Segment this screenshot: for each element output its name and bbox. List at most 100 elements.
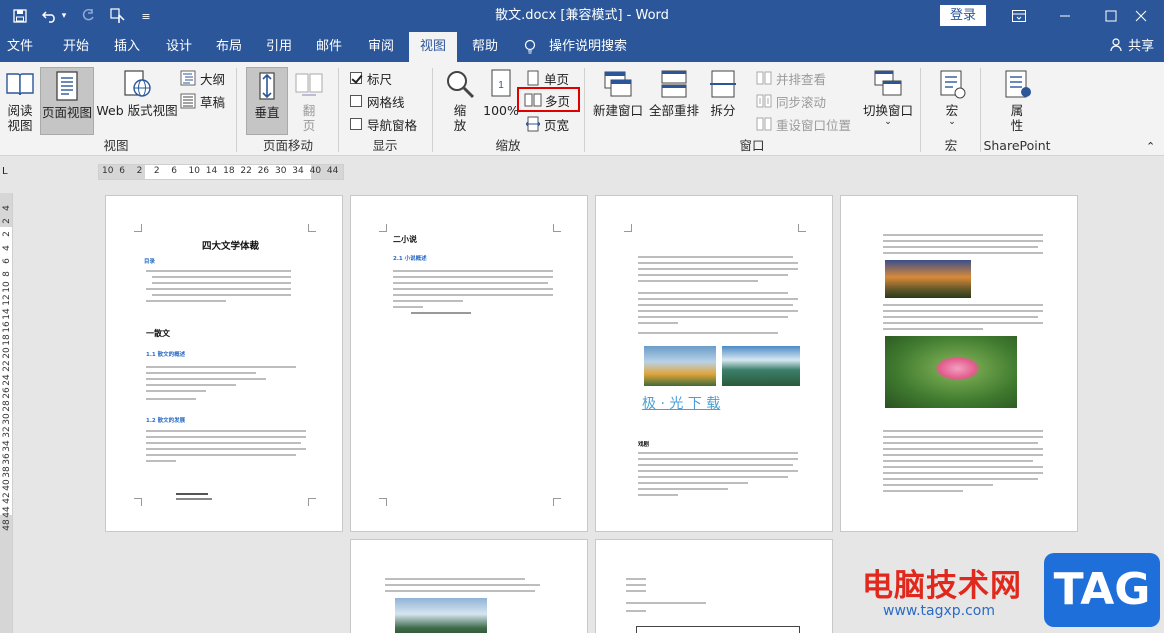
switch-windows-button[interactable]: 切换窗口 ⌄ bbox=[862, 68, 914, 136]
web-layout-button[interactable]: Web 版式视图 bbox=[96, 68, 178, 136]
chevron-down-icon: ⌄ bbox=[884, 117, 892, 127]
tab-file[interactable]: 文件 bbox=[0, 32, 40, 62]
split-button[interactable]: 拆分 bbox=[706, 68, 740, 136]
touch-mode-icon[interactable] bbox=[106, 0, 130, 32]
tell-me-search[interactable]: 操作说明搜索 bbox=[546, 32, 630, 62]
properties-icon bbox=[1005, 70, 1031, 98]
document-page-5[interactable] bbox=[350, 539, 588, 633]
document-page-2[interactable]: 二小说 2.1 小说概述 bbox=[350, 195, 588, 532]
share-button[interactable]: 共享 bbox=[1110, 32, 1154, 62]
ruler-tick-label: 48 bbox=[2, 519, 12, 531]
macros-button[interactable]: 宏 ⌄ bbox=[932, 68, 972, 136]
document-page-1[interactable]: 四大文学体裁 目录 一散文 1.1 散文的概述 1.2 散文的发展 bbox=[105, 195, 343, 532]
tab-view[interactable]: 视图 bbox=[409, 32, 457, 62]
view-side-by-side-button[interactable]: 并排查看 bbox=[756, 68, 826, 88]
page-width-icon bbox=[526, 116, 540, 132]
highlight-box bbox=[517, 87, 580, 112]
side-to-side-button[interactable]: 翻 页 bbox=[290, 68, 328, 136]
horizontal-ruler[interactable]: 10 6 2 2 6 10 14 18 22 26 30 34 40 44 bbox=[98, 164, 344, 180]
autumn-lake-image bbox=[644, 346, 716, 386]
side-by-side-icon bbox=[756, 71, 772, 85]
new-window-icon bbox=[604, 71, 632, 97]
macros-label: 宏 bbox=[945, 103, 959, 118]
ruler-checkbox[interactable]: 标尺 bbox=[350, 68, 392, 88]
tab-home[interactable]: 开始 bbox=[52, 32, 100, 62]
page2-heading: 二小说 bbox=[393, 235, 417, 244]
page1-subheading-2: 1.2 散文的发展 bbox=[146, 418, 186, 424]
ruler-tick-label: 30 bbox=[275, 166, 287, 176]
lotus-image bbox=[885, 336, 1017, 408]
document-page-4[interactable] bbox=[840, 195, 1078, 532]
new-window-button[interactable]: 新建窗口 bbox=[591, 68, 645, 136]
ruler-tick-label: 14 bbox=[205, 166, 218, 176]
tab-references[interactable]: 引用 bbox=[256, 32, 302, 62]
zoom-100-button[interactable]: 1 100% bbox=[482, 68, 520, 136]
tab-selector-icon[interactable]: L bbox=[2, 166, 8, 177]
page3-subheading: 戏剧 bbox=[638, 442, 650, 448]
tab-design[interactable]: 设计 bbox=[156, 32, 202, 62]
ruler-tick-label: 34 bbox=[292, 166, 304, 176]
tab-review[interactable]: 审阅 bbox=[358, 32, 404, 62]
gridlines-label: 网格线 bbox=[367, 94, 405, 110]
vertical-scroll-button[interactable]: 垂直 bbox=[246, 67, 288, 135]
tab-insert[interactable]: 插入 bbox=[104, 32, 150, 62]
switch-windows-icon bbox=[874, 70, 902, 96]
reset-window-icon bbox=[756, 117, 772, 131]
group-separator bbox=[432, 68, 433, 152]
draft-button[interactable]: 草稿 bbox=[180, 91, 225, 111]
group-label-window: 窗口 bbox=[739, 138, 765, 153]
document-page-6[interactable] bbox=[595, 539, 833, 633]
zoom-label: 缩 放 bbox=[453, 103, 467, 133]
view-side-by-side-label: 并排查看 bbox=[776, 71, 827, 87]
ruler-tick-label: 10 bbox=[102, 166, 114, 176]
document-page-3[interactable]: 极 · 光 下 载 戏剧 bbox=[595, 195, 833, 532]
ribbon-display-options-icon[interactable] bbox=[996, 0, 1042, 32]
switch-windows-label: 切换窗口 bbox=[862, 103, 913, 118]
ruler-tick-label: 18 bbox=[2, 334, 12, 346]
synchronous-scrolling-button[interactable]: 同步滚动 bbox=[756, 91, 826, 111]
page1-toc: 目录 bbox=[144, 259, 156, 265]
minimize-icon[interactable] bbox=[1042, 0, 1088, 32]
arrange-all-button[interactable]: 全部重排 bbox=[647, 68, 701, 136]
navigation-pane-checkbox[interactable]: 导航窗格 bbox=[350, 114, 417, 134]
ruler-tick-label: 2 bbox=[2, 231, 12, 238]
tab-help[interactable]: 帮助 bbox=[462, 32, 508, 62]
web-layout-icon bbox=[124, 70, 151, 97]
collapse-ribbon-icon[interactable]: ⌃ bbox=[1146, 136, 1155, 156]
vertical-ruler[interactable]: 4 2 2 4 6 8 10 12 14 16 18 20 22 24 26 28 30 32 34 36 38 40 42… bbox=[0, 193, 13, 633]
one-page-button[interactable]: 单页 bbox=[526, 68, 569, 88]
navigation-pane-check-icon bbox=[350, 118, 362, 130]
print-layout-button[interactable]: 页面视图 bbox=[40, 67, 94, 135]
undo-dropdown-icon[interactable]: ▾ bbox=[58, 0, 70, 32]
redo-icon[interactable] bbox=[76, 0, 100, 32]
ruler-tick-label: 34 bbox=[2, 439, 12, 452]
tab-mailings[interactable]: 邮件 bbox=[306, 32, 352, 62]
outline-button[interactable]: 大纲 bbox=[180, 68, 225, 88]
watermark-url: www.tagxp.com bbox=[883, 603, 995, 619]
tab-layout[interactable]: 布局 bbox=[206, 32, 252, 62]
text-box bbox=[636, 626, 800, 633]
page-width-button[interactable]: 页宽 bbox=[526, 114, 569, 134]
properties-button[interactable]: 属 性 bbox=[998, 68, 1036, 136]
draft-label: 草稿 bbox=[200, 94, 226, 110]
login-button[interactable]: 登录 bbox=[940, 5, 986, 26]
customize-qat-icon[interactable]: ≡ bbox=[134, 0, 158, 32]
ruler-margin-bottom bbox=[0, 515, 12, 633]
ruler-tick-label: 4 bbox=[2, 205, 12, 211]
ruler-tick-label: 40 bbox=[309, 166, 322, 176]
outline-icon bbox=[180, 70, 196, 86]
reset-window-position-button[interactable]: 重设窗口位置 bbox=[756, 114, 851, 134]
ruler-tick-label: 6 bbox=[171, 166, 177, 176]
zoom-button[interactable]: 缩 放 bbox=[441, 68, 479, 136]
gridlines-checkbox[interactable]: 网格线 bbox=[350, 91, 405, 111]
save-icon[interactable] bbox=[8, 0, 32, 32]
page1-title: 四大文学体裁 bbox=[202, 241, 260, 252]
ruler-tick-label: 44 bbox=[2, 505, 12, 518]
page3-caption: 极 · 光 下 载 bbox=[642, 396, 721, 412]
print-layout-label: 页面视图 bbox=[41, 105, 92, 120]
ruler-tick-label: 2 bbox=[153, 166, 160, 176]
mountain-image bbox=[395, 598, 487, 633]
read-mode-button[interactable]: 阅读 视图 bbox=[3, 68, 37, 136]
close-icon[interactable] bbox=[1118, 0, 1164, 32]
page2-subheading: 2.1 小说概述 bbox=[393, 256, 427, 262]
